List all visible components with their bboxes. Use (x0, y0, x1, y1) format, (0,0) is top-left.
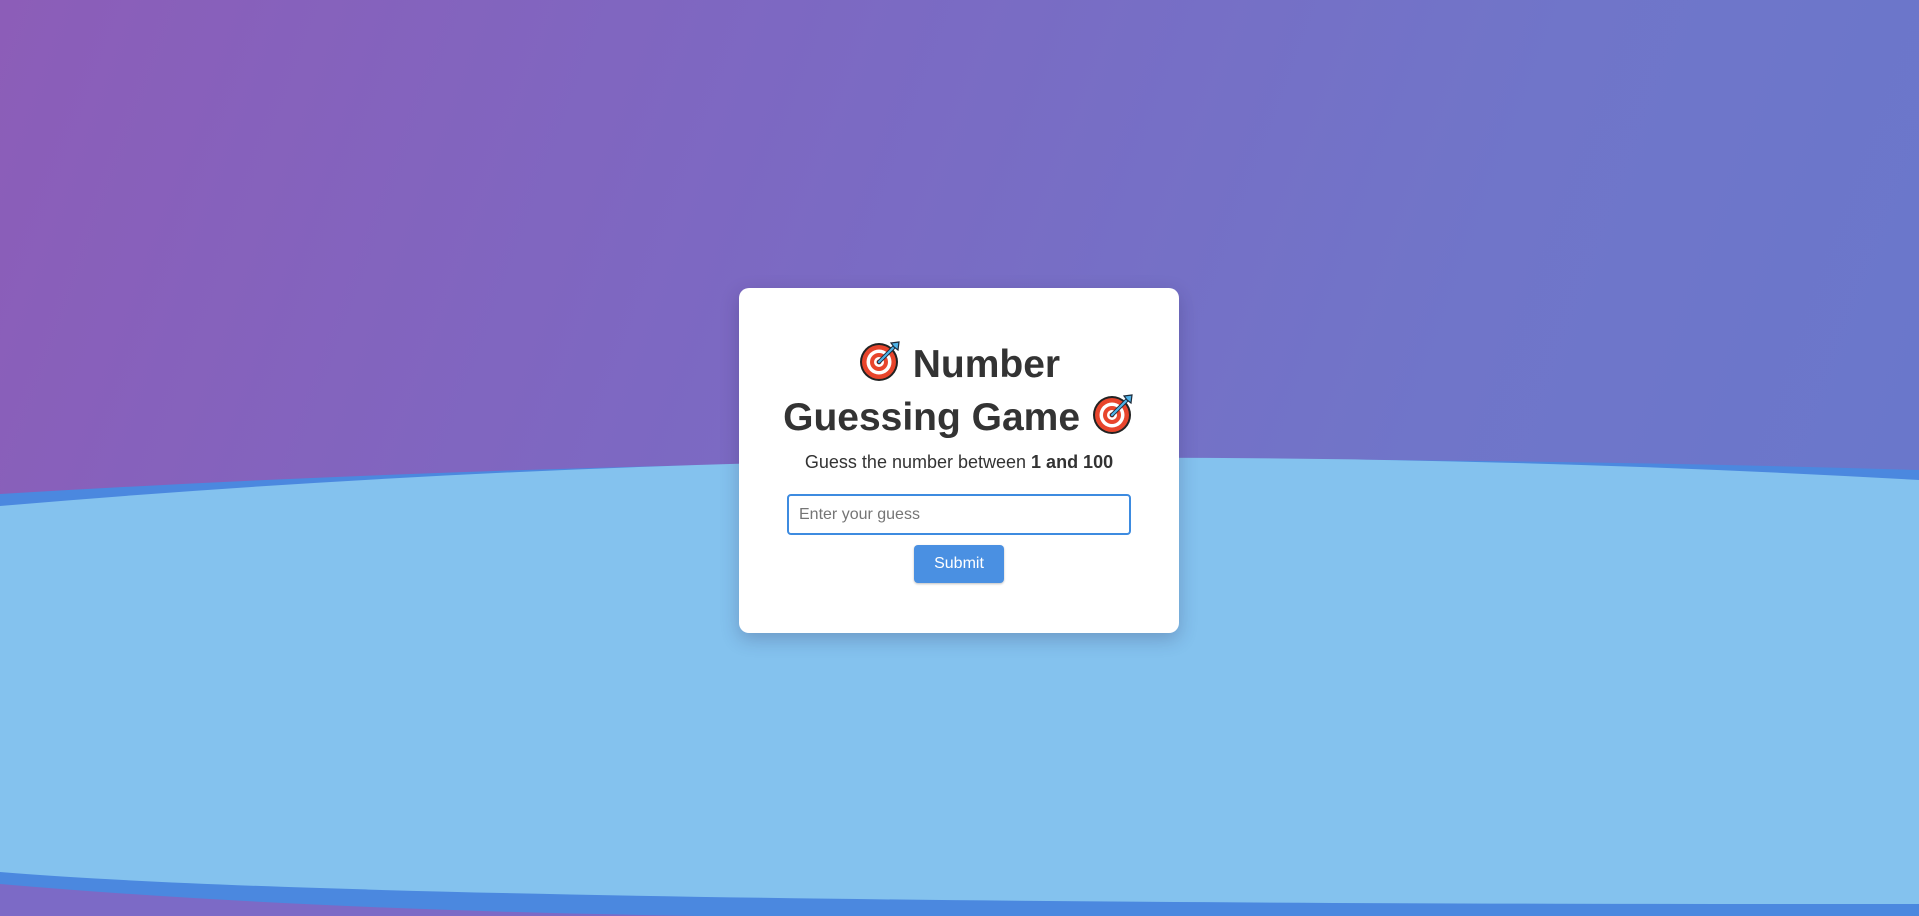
target-icon (859, 341, 900, 381)
submit-button[interactable]: Submit (914, 545, 1004, 583)
instructions-prefix: Guess the number between (804, 452, 1032, 472)
game-card: Number Guessing Game Guess the number be… (739, 288, 1179, 633)
target-icon (1092, 394, 1133, 434)
page-title: Number Guessing Game (764, 338, 1154, 444)
instructions-text: Guess the number between 1 and 100 (739, 452, 1179, 473)
number-range: 1 and 100 (1031, 452, 1114, 472)
title-text: Number Guessing Game (783, 343, 1081, 439)
guess-input[interactable] (787, 494, 1131, 535)
